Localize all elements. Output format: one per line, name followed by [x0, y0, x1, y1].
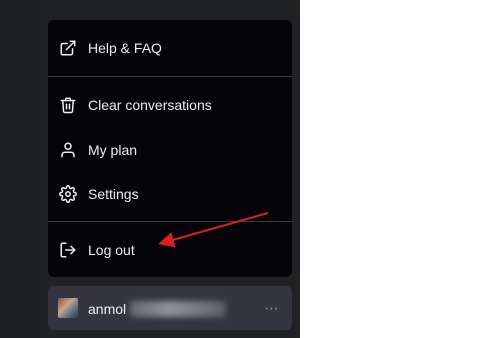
help-faq-label: Help & FAQ: [88, 40, 162, 56]
settings-label: Settings: [88, 186, 139, 202]
help-faq-menu-item[interactable]: Help & FAQ: [48, 28, 292, 68]
account-button[interactable]: anmol ⋯: [48, 286, 292, 330]
trash-icon: [59, 96, 77, 114]
logout-icon: [59, 241, 77, 259]
clear-conversations-menu-item[interactable]: Clear conversations: [48, 85, 292, 125]
clear-conversations-label: Clear conversations: [88, 97, 212, 113]
logout-menu-item[interactable]: Log out: [48, 230, 292, 270]
redacted-username: [130, 301, 226, 317]
my-plan-menu-item[interactable]: My plan: [48, 130, 292, 170]
sidebar: Help & FAQ Clear conversations My plan S…: [40, 0, 300, 338]
divider: [48, 76, 292, 77]
my-plan-label: My plan: [88, 142, 138, 158]
logout-label: Log out: [88, 242, 135, 258]
divider: [48, 221, 292, 222]
gear-icon: [59, 185, 77, 203]
avatar: [58, 298, 78, 318]
left-strip: [0, 0, 40, 338]
user-icon: [59, 141, 77, 159]
user-menu: Help & FAQ Clear conversations My plan S…: [48, 20, 292, 277]
settings-menu-item[interactable]: Settings: [48, 174, 292, 214]
external-link-icon: [59, 39, 77, 57]
more-options-icon[interactable]: ⋯: [262, 298, 282, 318]
username: anmol: [88, 301, 127, 317]
